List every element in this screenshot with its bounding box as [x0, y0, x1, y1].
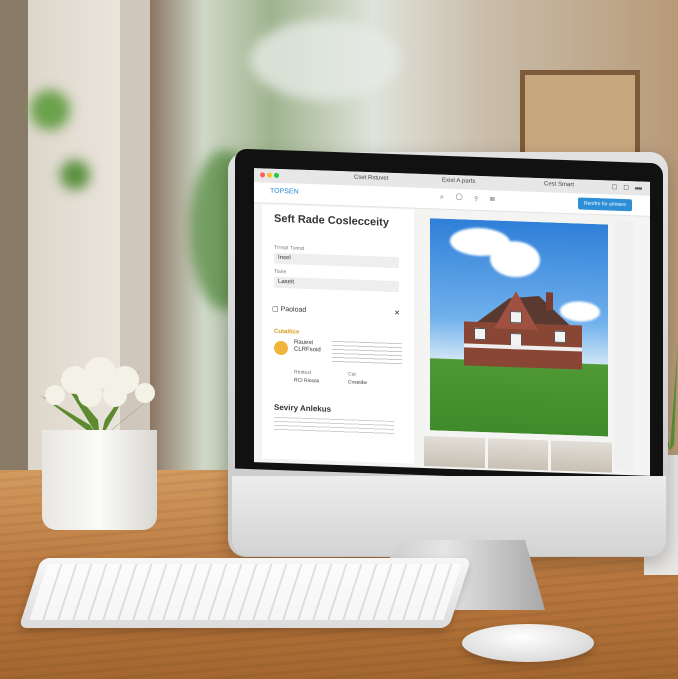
app-logo[interactable]: TOPSEN	[270, 188, 299, 196]
panel-title: Seft Rade Coslecceity	[274, 212, 389, 229]
mini2-label: Cat	[348, 371, 356, 378]
titlebar-right-text: Cest Smart	[544, 181, 575, 189]
feature-title: Rauest CLRFsoid	[294, 339, 321, 354]
section2-title: Seviry Anlekus	[274, 402, 332, 414]
thumbnail[interactable]	[424, 436, 485, 469]
field2-label: Tiarie	[274, 268, 287, 276]
titlebar-center-text: Exist A.parts	[442, 177, 476, 185]
titlebar-icons[interactable]: ◻ ◻ ▬	[611, 183, 644, 192]
sky-bokeh	[250, 20, 400, 100]
payload-row[interactable]: ▢ Paoload ✕	[272, 305, 400, 323]
mini2-value: Cvseidw	[348, 379, 367, 387]
toolbar-icons[interactable]: ⌕ ◯ ⚲ ☰	[440, 194, 500, 204]
keyboard[interactable]	[18, 558, 472, 628]
right-sidebar	[614, 220, 634, 472]
close-icon[interactable]: ✕	[394, 309, 400, 317]
field1-input[interactable]: Insel	[274, 252, 399, 269]
cta-button[interactable]: Rentfre for a/Intere	[578, 197, 632, 212]
house-window	[474, 327, 486, 341]
leaf-bokeh	[60, 160, 90, 190]
payload-label: Paoload	[280, 306, 307, 314]
minimize-window-button[interactable]	[267, 172, 272, 178]
leaf-bokeh	[30, 90, 70, 130]
feature-description	[332, 340, 402, 366]
titlebar-left-text: Cset Rstuvet	[354, 174, 389, 182]
house-window	[510, 311, 522, 324]
section-heading: Cutaltice	[274, 328, 300, 336]
zoom-window-button[interactable]	[274, 172, 279, 178]
field1-label: Trrmpt Tunrat	[274, 244, 305, 252]
listing-form-panel: Seft Rade Coslecceity Trrmpt Tunrat Inse…	[262, 204, 414, 464]
document-icon: ▢	[272, 305, 279, 313]
close-window-button[interactable]	[260, 172, 265, 178]
photo-scene: Cset Rstuvet Exist A.parts Cest Smart ◻ …	[0, 0, 678, 679]
monitor-screen: Cset Rstuvet Exist A.parts Cest Smart ◻ …	[254, 168, 650, 476]
section2-text-lines	[274, 416, 394, 437]
mouse[interactable]	[462, 624, 594, 662]
mini1-value: RCI Rinsas	[294, 377, 320, 385]
feature-badge-icon	[274, 340, 288, 356]
keyboard-keys[interactable]	[29, 564, 462, 620]
lawn	[430, 358, 608, 437]
thumbnail[interactable]	[551, 440, 613, 473]
house-window	[554, 330, 566, 343]
photo-thumbnails	[424, 436, 613, 473]
mini1-label: Rtnttext	[294, 369, 312, 377]
thumbnail[interactable]	[487, 438, 549, 471]
flower-pot	[42, 430, 157, 530]
house-photo[interactable]	[430, 218, 608, 437]
house-chimney	[546, 292, 553, 311]
field2-select[interactable]: Laseit	[274, 276, 399, 293]
